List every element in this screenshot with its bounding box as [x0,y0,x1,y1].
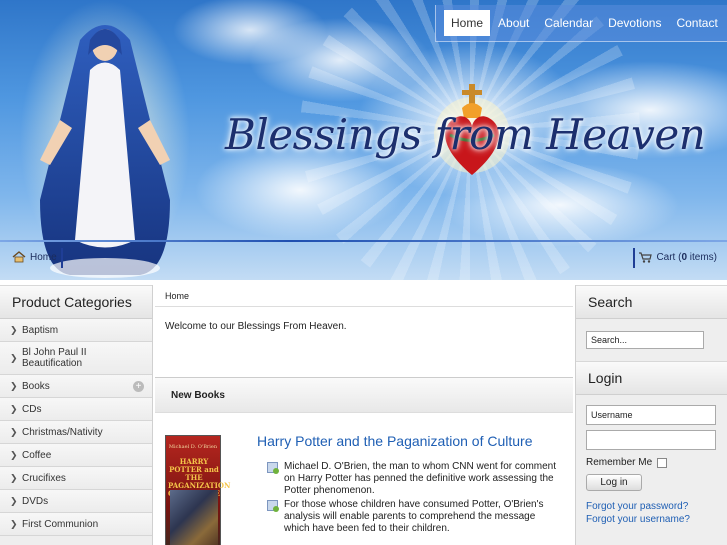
cart-label: Cart (0 items) [656,251,717,263]
book-description: Michael D. O'Brien, the man to whom CNN … [267,461,557,537]
username-field[interactable] [586,405,716,425]
chevron-right-icon: ❯ [10,380,18,391]
chevron-right-icon: ❯ [10,352,18,363]
cover-painting [170,490,218,545]
search-heading: Search [576,285,727,319]
site-title: Blessings from Heaven [225,110,706,159]
category-books[interactable]: ❯ Books + [0,375,152,398]
expand-plus-icon[interactable]: + [133,381,144,392]
nav-calendar[interactable]: Calendar [537,10,600,36]
login-heading: Login [576,361,727,395]
category-first-communion[interactable]: ❯ First Communion [0,513,152,536]
forgot-username-link[interactable]: Forgot your username? [586,513,717,526]
bullet-icon [267,462,279,474]
category-christmas[interactable]: ❯ Christmas/Nativity [0,421,152,444]
header-banner: Blessings from Heaven Home About Calenda… [0,0,727,280]
search-input[interactable] [586,331,704,349]
category-coffee[interactable]: ❯ Coffee [0,444,152,467]
category-dvds[interactable]: ❯ DVDs [0,490,152,513]
list-item: Michael D. O'Brien, the man to whom CNN … [267,461,557,497]
search-block [576,319,727,361]
book-title-link[interactable]: Harry Potter and the Paganization of Cul… [257,433,533,449]
remember-me-row: Remember Me [586,457,717,468]
remember-me-checkbox[interactable] [657,457,668,468]
categories-heading: Product Categories [0,285,152,319]
header-home-label: Home [30,251,57,263]
category-crucifixes[interactable]: ❯ Crucifixes [0,467,152,490]
book-cover-image[interactable]: Michael D. O'Brien HARRY POTTER and THE … [165,435,230,545]
nav-devotions[interactable]: Devotions [601,10,668,36]
chevron-right-icon: ❯ [10,495,18,506]
nav-home[interactable]: Home [444,10,491,36]
cart-link[interactable]: Cart (0 items) [638,251,717,263]
divider [0,240,727,242]
chevron-right-icon: ❯ [10,403,18,414]
category-baptism[interactable]: ❯ Baptism [0,319,152,342]
home-icon [12,251,26,263]
divider [633,248,635,268]
new-books-heading: New Books [155,377,573,413]
header-home-link[interactable]: Home [12,251,57,263]
category-cds[interactable]: ❯ CDs [0,398,152,421]
remember-me-label: Remember Me [586,457,653,468]
list-item: For those whose children have consumed P… [267,499,557,535]
chevron-right-icon: ❯ [10,518,18,529]
welcome-text: Welcome to our Blessings From Heaven. [165,321,347,332]
book-item: Michael D. O'Brien HARRY POTTER and THE … [155,413,573,545]
password-field[interactable] [586,430,716,450]
product-categories-panel: Product Categories ❯ Baptism ❯ Bl John Pau… [0,285,153,545]
header-bottom-bar [0,240,727,278]
category-john-paul[interactable]: ❯ Bl John Paul II Beautification [0,342,152,375]
forgot-password-link[interactable]: Forgot your password? [586,500,717,513]
chevron-right-icon: ❯ [10,449,18,460]
chevron-right-icon: ❯ [10,472,18,483]
divider [61,248,63,268]
login-form: Remember Me Log in Forgot your password?… [576,395,727,534]
virgin-mary-image [20,0,190,280]
chevron-right-icon: ❯ [10,324,18,335]
breadcrumb[interactable]: Home [155,285,573,307]
cart-icon [639,252,653,263]
login-button[interactable]: Log in [586,474,642,491]
top-navigation: Home About Calendar Devotions Contact [435,5,727,42]
main-content: Home Welcome to our Blessings From Heave… [155,285,573,545]
nav-about[interactable]: About [491,10,536,36]
chevron-right-icon: ❯ [10,426,18,437]
nav-contact[interactable]: Contact [669,10,724,36]
bullet-icon [267,500,279,512]
right-sidebar: Search Login Remember Me Log in Forgot y… [575,285,727,545]
